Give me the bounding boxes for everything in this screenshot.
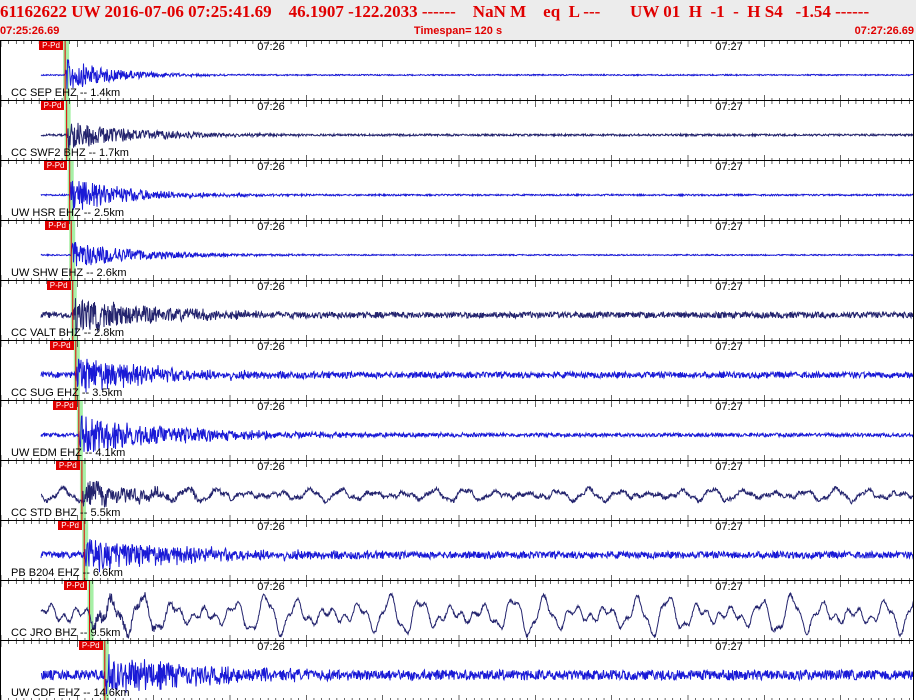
station-label: CC SWF2 BHZ -- 1.7km [11, 147, 129, 159]
waveform-line [40, 592, 913, 639]
trace-canvas [1, 461, 913, 520]
trace-canvas [1, 521, 913, 580]
trace-panel[interactable]: 07:26 07:27 P-Pd CC SUG EHZ -- 3.5km [0, 340, 914, 400]
time-tick-label: 07:26 [257, 221, 285, 233]
trace-panel[interactable]: 07:26 07:27 P-Pd CC SEP EHZ -- 1.4km [0, 40, 914, 100]
end-time: 07:27:26.69 [854, 25, 914, 37]
seismogram-panel[interactable]: 07:26 07:27 P-Pd CC SEP EHZ -- 1.4km 07:26 07… [0, 40, 916, 700]
event-title: 61162622 UW 2016-07-06 07:25:41.69 46.19… [0, 2, 870, 21]
waveform-line [40, 654, 913, 695]
time-tick-label: 07:27 [715, 581, 743, 593]
station-label: CC JRO BHZ -- 9.5km [11, 627, 121, 639]
time-tick-label: 07:27 [715, 521, 743, 533]
station-label: UW SHW EHZ -- 2.6km [11, 267, 127, 279]
trace-panel[interactable]: 07:26 07:27 P-Pd CC JRO BHZ -- 9.5km [0, 580, 914, 640]
time-tick-label: 07:26 [257, 461, 285, 473]
time-tick-label: 07:26 [257, 341, 285, 353]
station-label: CC STD BHZ -- 5.5km [11, 507, 121, 519]
time-tick-label: 07:26 [257, 161, 285, 173]
waveform-line [40, 59, 913, 90]
trace-canvas [1, 341, 913, 400]
waveform-line [40, 358, 913, 393]
trace-canvas [1, 581, 913, 640]
trace-canvas [1, 281, 913, 340]
pick-label[interactable]: P-Pd [43, 161, 68, 170]
station-label: CC VALT BHZ -- 2.8km [11, 327, 125, 339]
pick-label[interactable]: P-Pd [52, 401, 77, 410]
time-tick-label: 07:27 [715, 221, 743, 233]
pick-label[interactable]: P-Pd [58, 521, 82, 530]
time-tick-label: 07:27 [715, 161, 743, 173]
time-tick-label: 07:27 [715, 461, 743, 473]
pick-label[interactable]: P-Pd [49, 341, 74, 350]
station-label: CC SEP EHZ -- 1.4km [11, 87, 121, 99]
station-label: UW CDF EHZ -- 14.6km [11, 687, 130, 699]
pick-label[interactable]: P-Pd [46, 281, 71, 290]
time-tick-label: 07:26 [257, 101, 285, 113]
waveform-line [40, 242, 913, 267]
time-tick-label: 07:27 [715, 281, 743, 293]
pick-label[interactable]: P-Pd [78, 641, 103, 650]
time-tick-label: 07:26 [257, 581, 285, 593]
pick-label[interactable]: P-Pd [63, 581, 88, 590]
timespan-label: Timespan= 120 s [413, 25, 503, 37]
trace-panel[interactable]: 07:26 07:27 P-Pd CC VALT BHZ -- 2.8km [0, 280, 914, 340]
time-tick-label: 07:27 [715, 341, 743, 353]
trace-canvas [1, 41, 913, 100]
time-tick-label: 07:27 [715, 101, 743, 113]
waveform-line [40, 539, 913, 573]
waveform-line [40, 415, 913, 453]
header-bar: 61162622 UW 2016-07-06 07:25:41.69 46.19… [0, 0, 916, 40]
trace-canvas [1, 641, 913, 700]
time-tick-label: 07:26 [257, 521, 285, 533]
time-tick-label: 07:26 [257, 281, 285, 293]
pick-label[interactable]: P-Pd [39, 41, 63, 50]
trace-canvas [1, 161, 913, 220]
time-tick-label: 07:26 [257, 401, 285, 413]
waveform-line [40, 180, 913, 210]
trace-panel[interactable]: 07:26 07:27 P-Pd UW CDF EHZ -- 14.6km [0, 640, 914, 700]
pick-label[interactable]: P-Pd [55, 461, 80, 470]
pick-label[interactable]: P-Pd [45, 221, 70, 230]
station-label: PB B204 EHZ -- 6.6km [11, 567, 123, 579]
waveform-line [40, 298, 913, 336]
trace-canvas [1, 221, 913, 280]
station-label: CC SUG EHZ -- 3.5km [11, 387, 123, 399]
waveform-line [40, 480, 913, 508]
trace-panel[interactable]: 07:26 07:27 P-Pd PB B204 EHZ -- 6.6km [0, 520, 914, 580]
time-tick-label: 07:27 [715, 641, 743, 653]
trace-panel[interactable]: 07:26 07:27 P-Pd CC SWF2 BHZ -- 1.7km [0, 100, 914, 160]
pick-label[interactable]: P-Pd [40, 101, 65, 110]
station-label: UW HSR EHZ -- 2.5km [11, 207, 125, 219]
trace-canvas [1, 401, 913, 460]
waveform-line [40, 122, 913, 149]
trace-panel[interactable]: 07:26 07:27 P-Pd UW EDM EHZ -- 4.1km [0, 400, 914, 460]
time-tick-label: 07:26 [257, 41, 285, 53]
trace-panel[interactable]: 07:26 07:27 P-Pd CC STD BHZ -- 5.5km [0, 460, 914, 520]
time-tick-label: 07:26 [257, 641, 285, 653]
time-tick-label: 07:27 [715, 401, 743, 413]
trace-canvas [1, 101, 913, 160]
trace-panel[interactable]: 07:26 07:27 P-Pd UW HSR EHZ -- 2.5km [0, 160, 914, 220]
trace-panel[interactable]: 07:26 07:27 P-Pd UW SHW EHZ -- 2.6km [0, 220, 914, 280]
time-tick-label: 07:27 [715, 41, 743, 53]
station-label: UW EDM EHZ -- 4.1km [11, 447, 126, 459]
